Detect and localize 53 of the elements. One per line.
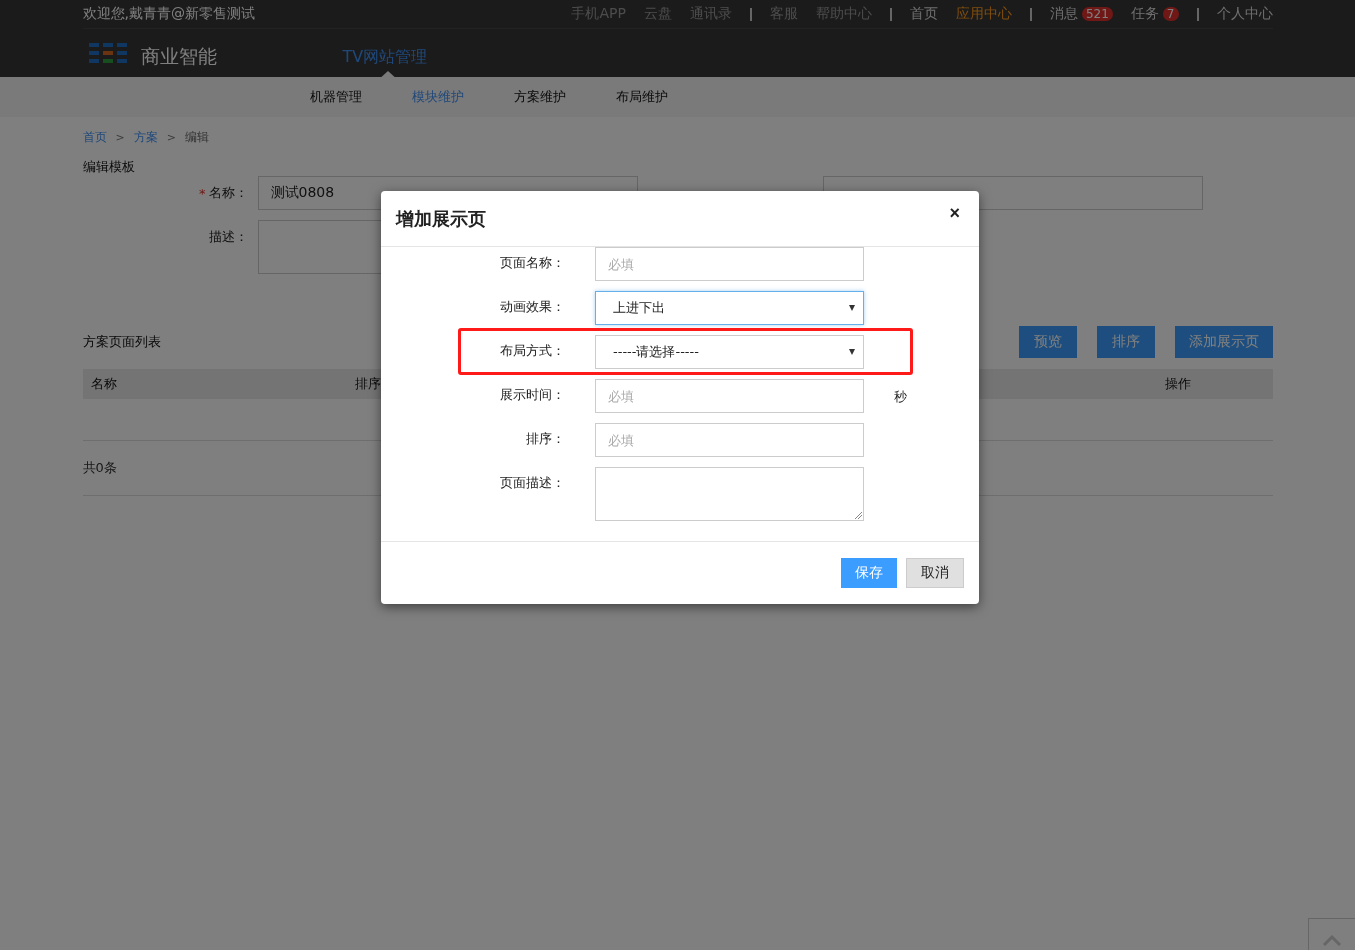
dropdown[interactable]: 上进下出	[595, 291, 864, 325]
field-label: 页面名称：	[499, 254, 565, 272]
breadcrumb-item[interactable]: 首页	[82, 129, 107, 146]
total-count: 共0条	[82, 459, 117, 477]
top-link[interactable]: 应用中心	[955, 5, 1012, 23]
cancel-button[interactable]: 取消	[906, 558, 964, 588]
column-header: 操作	[1163, 375, 1192, 393]
column-header: 名称	[89, 375, 118, 393]
field-label: 描述：	[208, 228, 248, 246]
top-link[interactable]: 任务	[1130, 5, 1159, 23]
dropdown[interactable]: -----请选择-----	[595, 335, 864, 369]
section-title: 编辑模板	[82, 158, 136, 176]
top-link[interactable]: 首页	[909, 5, 938, 23]
welcome-text: 欢迎您,戴青青@新零售测试	[82, 5, 255, 23]
breadcrumb-item[interactable]: 方案	[133, 129, 158, 146]
breadcrumb-separator: >	[166, 131, 176, 144]
sub-nav-tab[interactable]: 布局维护	[616, 88, 668, 106]
field-label: 页面描述：	[499, 474, 565, 492]
text-area[interactable]	[595, 467, 864, 521]
field-label: 排序：	[525, 430, 565, 448]
action-button[interactable]: 排序	[1096, 326, 1155, 358]
chevron-up-icon	[1322, 934, 1342, 946]
close-button[interactable]: ×	[945, 203, 964, 224]
breadcrumb-item: 编辑	[184, 129, 209, 146]
field-label: 名称：	[208, 184, 248, 202]
unit-label: 秒	[894, 388, 907, 406]
action-button[interactable]: 预览	[1018, 326, 1077, 358]
logo-icon	[88, 43, 127, 63]
caret-icon	[849, 305, 855, 311]
count-badge: 521	[1081, 7, 1113, 21]
field-label: 动画效果：	[499, 298, 565, 316]
breadcrumb-separator: >	[115, 131, 125, 144]
logo-text: 商业智能	[140, 44, 217, 69]
field-label: 展示时间：	[499, 386, 565, 404]
back-to-top-button[interactable]	[1308, 918, 1355, 950]
sub-nav-tab[interactable]: 机器管理	[310, 88, 362, 106]
top-link[interactable]: 消息	[1049, 5, 1078, 23]
field-label: 布局方式：	[499, 342, 565, 360]
input-field[interactable]: 必填	[595, 423, 864, 457]
top-link[interactable]: 个人中心	[1216, 5, 1273, 23]
save-button[interactable]: 保存	[841, 558, 897, 588]
column-header: 排序	[353, 375, 382, 393]
sub-nav-tab[interactable]: 方案维护	[514, 88, 566, 106]
input-field[interactable]: 必填	[595, 247, 864, 281]
resize-handle-icon	[854, 511, 862, 519]
section-title: 方案页面列表	[82, 333, 161, 351]
count-badge: 7	[1162, 7, 1179, 21]
dialog-title: 增加展示页	[396, 206, 486, 231]
action-button[interactable]: 添加展示页	[1174, 326, 1273, 358]
caret-icon	[849, 349, 855, 355]
required-mark: *	[199, 185, 206, 201]
sub-nav-tab[interactable]: 模块维护	[412, 88, 464, 106]
input-field[interactable]: 必填	[595, 379, 864, 413]
